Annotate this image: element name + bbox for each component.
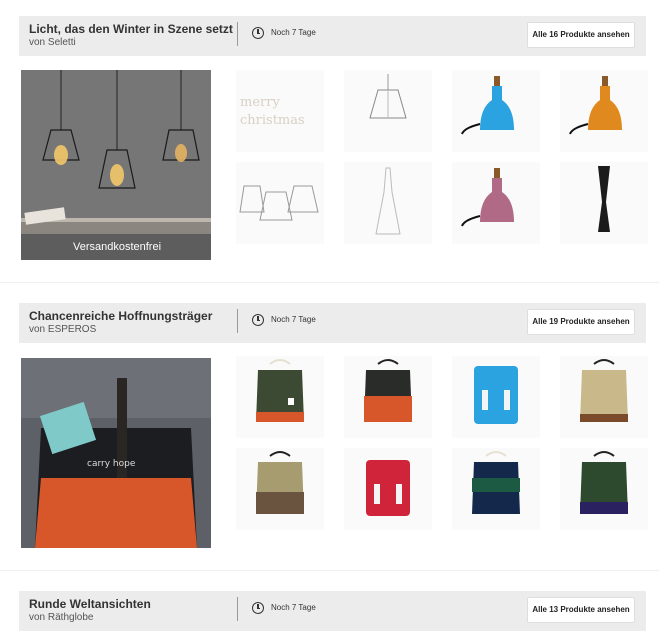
product-tile[interactable] <box>560 356 648 438</box>
campaign-hero-image[interactable]: Versandkostenfrei <box>21 70 211 260</box>
campaign-title[interactable]: Chancenreiche Hoffnungsträger <box>29 309 212 323</box>
campaign-title[interactable]: Licht, das den Winter in Szene setzt <box>29 22 233 36</box>
product-tile[interactable] <box>236 448 324 530</box>
view-all-products-button[interactable]: Alle 19 Produkte ansehen <box>527 309 635 335</box>
product-tile[interactable] <box>452 448 540 530</box>
product-tile[interactable]: merry christmas <box>236 70 324 152</box>
tile-text: merry <box>240 95 280 110</box>
svg-text:christmas: christmas <box>240 113 305 128</box>
campaign-header: Runde Weltansichten von Räthglobe Noch 7… <box>19 591 646 631</box>
header-divider <box>237 309 238 333</box>
campaign-brand[interactable]: von Seletti <box>29 37 76 48</box>
product-tile[interactable] <box>560 70 648 152</box>
hero-caption: carry hope <box>87 459 136 469</box>
time-remaining: Noch 7 Tage <box>271 603 316 612</box>
product-tile[interactable] <box>452 356 540 438</box>
product-tile[interactable] <box>560 162 648 244</box>
product-tile[interactable] <box>452 70 540 152</box>
campaign-hero-image[interactable]: carry hope <box>21 358 211 548</box>
header-divider <box>237 22 238 46</box>
time-remaining: Noch 7 Tage <box>271 28 316 37</box>
product-tile[interactable] <box>344 356 432 438</box>
tote-bag-photo: carry hope <box>21 358 211 548</box>
campaign-brand[interactable]: von Räthglobe <box>29 612 94 623</box>
product-tile[interactable] <box>452 162 540 244</box>
clock-icon <box>252 314 264 326</box>
product-tile[interactable] <box>344 70 432 152</box>
campaign-header: Licht, das den Winter in Szene setzt von… <box>19 16 646 56</box>
product-tile[interactable] <box>344 162 432 244</box>
campaign-header: Chancenreiche Hoffnungsträger von ESPERO… <box>19 303 646 343</box>
clock-icon <box>252 27 264 39</box>
time-remaining: Noch 7 Tage <box>271 315 316 324</box>
product-tile[interactable] <box>236 356 324 438</box>
clock-icon <box>252 602 264 614</box>
product-tile[interactable] <box>236 162 324 244</box>
view-all-products-button[interactable]: Alle 13 Produkte ansehen <box>527 597 635 623</box>
campaign-title[interactable]: Runde Weltansichten <box>29 597 151 611</box>
section-divider <box>0 282 659 283</box>
campaign-brand[interactable]: von ESPEROS <box>29 324 96 335</box>
header-divider <box>237 597 238 621</box>
section-divider <box>0 570 659 571</box>
product-tile[interactable] <box>560 448 648 530</box>
free-shipping-badge: Versandkostenfrei <box>21 234 211 260</box>
product-tile[interactable] <box>344 448 432 530</box>
view-all-products-button[interactable]: Alle 16 Produkte ansehen <box>527 22 635 48</box>
pendant-lamps-photo <box>21 70 211 260</box>
